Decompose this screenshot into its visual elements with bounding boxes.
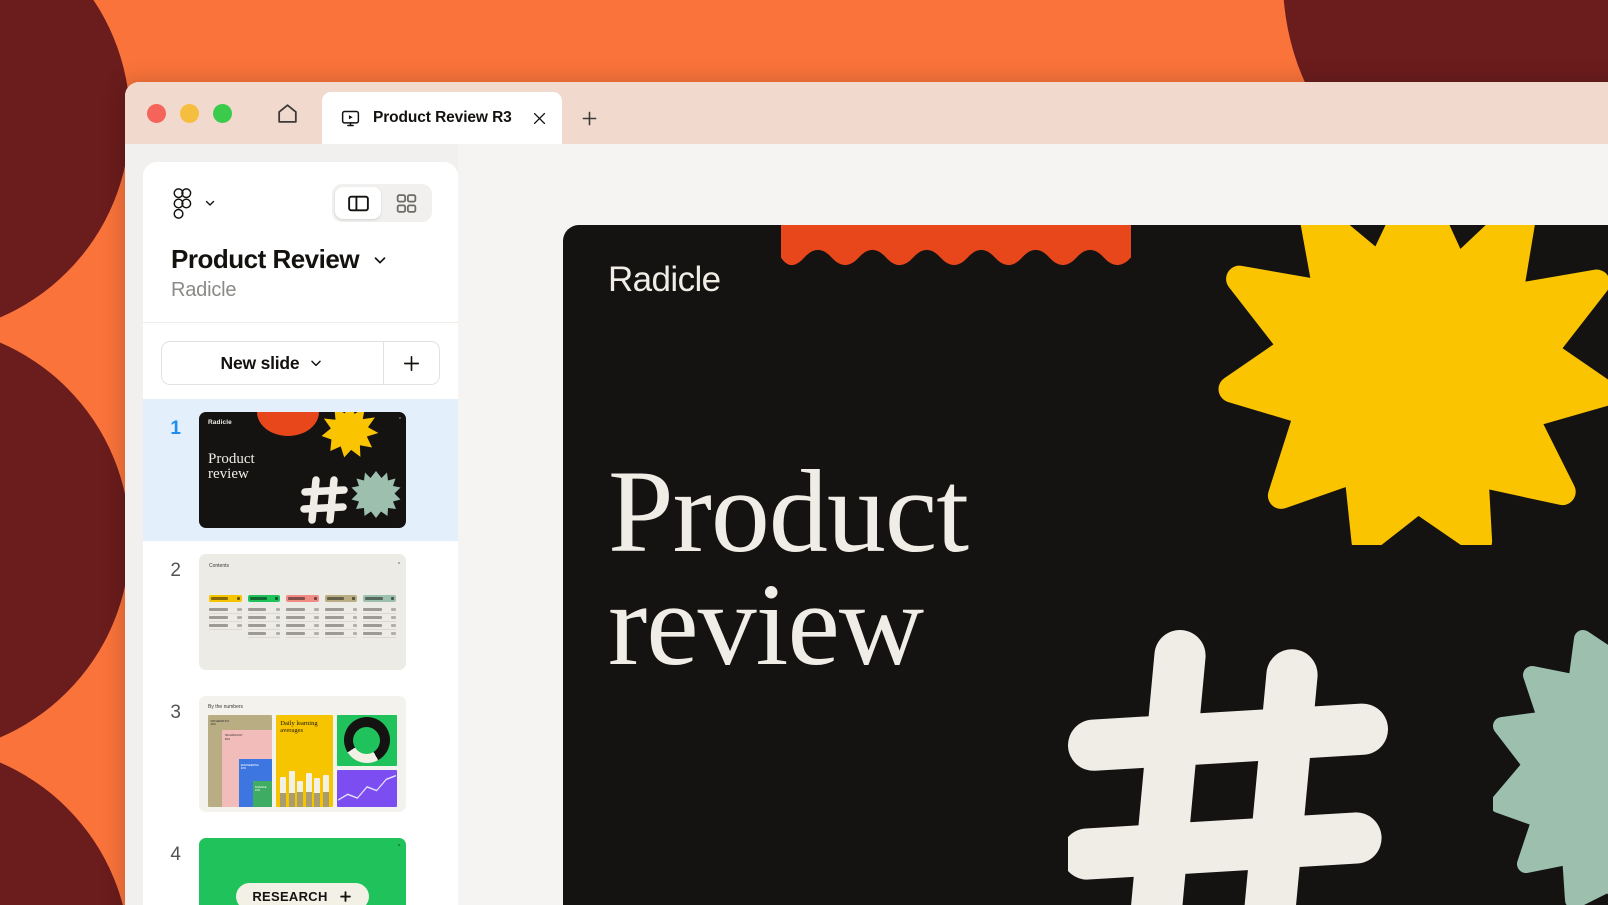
- cream-hashtag: [299, 475, 349, 525]
- browser-titlebar: Product Review R3: [125, 82, 1608, 144]
- panel-layout-icon: [346, 191, 371, 216]
- grid-four-icon: [394, 191, 419, 216]
- slide-thumbnail-2[interactable]: Contents: [199, 554, 406, 670]
- orange-scallop-blob: [781, 225, 1131, 343]
- chevron-down-icon: [203, 196, 217, 210]
- close-icon[interactable]: [528, 107, 550, 129]
- sidebar-header: Product Review Radicle: [143, 162, 458, 323]
- line-chart: [337, 770, 397, 807]
- table-column: [325, 595, 358, 638]
- thumbnail-charts: MATHEMATICS40% TECHNOLOGY30% ENGINEERING…: [208, 715, 397, 807]
- deck-title-row[interactable]: Product Review: [171, 244, 432, 275]
- slide-list-item-1[interactable]: 1: [143, 399, 458, 541]
- slide-number: 1: [161, 412, 181, 440]
- home-icon[interactable]: [256, 82, 318, 144]
- chevron-down-icon: [371, 251, 389, 269]
- app-window: Product Review R3: [125, 82, 1608, 905]
- zoom-window-button[interactable]: [213, 104, 232, 123]
- new-slide-button[interactable]: New slide: [162, 342, 383, 384]
- backdrop-circle-left-1: [0, 0, 130, 335]
- backdrop-circle-left-2: [0, 325, 130, 755]
- yellow-sunburst: [1208, 225, 1608, 545]
- deck-subtitle: Radicle: [171, 279, 432, 302]
- sage-spiky-blob: [351, 467, 401, 522]
- donut-chart: [337, 715, 397, 766]
- bar-chart: Daily learning averages: [276, 715, 333, 807]
- new-tab-button[interactable]: [562, 92, 616, 144]
- right-chart-column: [337, 715, 397, 807]
- slide-list-item-4[interactable]: 4 RESEARCH: [143, 825, 458, 905]
- slide-thumbnail-4[interactable]: RESEARCH: [199, 838, 406, 905]
- thumbnail-title: Productreview: [208, 452, 255, 483]
- browser-tab[interactable]: Product Review R3: [322, 92, 562, 144]
- plus-icon: [338, 889, 353, 904]
- chart-caption: Daily learning averages: [280, 720, 329, 734]
- thumbnail-table: [209, 595, 396, 638]
- backdrop-circle-left-3: [0, 745, 130, 905]
- table-column: [286, 595, 319, 638]
- thumbnail-title: Contents: [209, 563, 396, 569]
- slide-number: 3: [161, 696, 181, 724]
- table-column: [363, 595, 396, 638]
- slide-title: Product review: [608, 455, 968, 682]
- plus-icon: [579, 108, 600, 129]
- close-window-button[interactable]: [147, 104, 166, 123]
- section-badge-label: RESEARCH: [252, 889, 327, 904]
- section-badge: RESEARCH: [236, 883, 368, 905]
- thumbnail-logo: Radicle: [208, 419, 232, 426]
- table-column: [209, 595, 242, 638]
- deck-title: Product Review: [171, 244, 359, 275]
- thumbnail-title: By the numbers: [208, 704, 397, 710]
- new-slide-label: New slide: [221, 353, 300, 374]
- slide-thumbnail-3[interactable]: By the numbers MATHEMATICS40% TECHNOLOGY…: [199, 696, 406, 812]
- add-slide-button[interactable]: [383, 342, 439, 384]
- slide-canvas[interactable]: Radicle Product review Product Manager: [458, 144, 1608, 905]
- treemap-chart: MATHEMATICS40% TECHNOLOGY30% ENGINEERING…: [208, 715, 272, 807]
- slide-list-item-3[interactable]: 3 By the numbers MATHEMATICS40% TECHNOLO…: [143, 683, 458, 825]
- figma-logo-icon: [171, 188, 193, 219]
- single-slide-view-button[interactable]: [335, 187, 381, 219]
- active-slide[interactable]: Radicle Product review Product Manager: [563, 225, 1608, 905]
- slide-number: 2: [161, 554, 181, 582]
- minimize-window-button[interactable]: [180, 104, 199, 123]
- slide-title-line1: Product: [608, 446, 968, 577]
- thumbnail-marker: [399, 417, 401, 419]
- slides-play-icon: [340, 108, 361, 129]
- sage-spiky-blob: [1493, 565, 1608, 905]
- slide-list-item-2[interactable]: 2 Contents: [143, 541, 458, 683]
- new-slide-bar: New slide: [161, 341, 440, 385]
- slide-thumbnail-1[interactable]: Radicle Productreview: [199, 412, 406, 528]
- app-body: Product Review Radicle New slide: [125, 144, 1608, 905]
- sidebar-toolbar: [171, 184, 432, 222]
- table-column: [248, 595, 281, 638]
- slides-sidebar: Product Review Radicle New slide: [143, 162, 458, 905]
- orange-scallop-blob: [257, 412, 319, 436]
- slide-logo: Radicle: [608, 260, 721, 300]
- yellow-sunburst: [321, 412, 379, 458]
- tab-title: Product Review R3: [373, 109, 516, 127]
- plus-icon: [400, 352, 423, 375]
- window-controls: [125, 82, 256, 144]
- slide-number: 4: [161, 838, 181, 866]
- figma-menu-button[interactable]: [171, 188, 217, 219]
- grid-view-button[interactable]: [383, 187, 429, 219]
- bar-series: [280, 759, 329, 807]
- chevron-down-icon: [308, 355, 324, 371]
- cream-hashtag: [1068, 625, 1388, 905]
- slide-title-line2: review: [608, 559, 923, 690]
- thumbnail-marker: [398, 844, 400, 846]
- slide-list[interactable]: 1: [143, 399, 458, 905]
- thumbnail-marker: [398, 562, 400, 564]
- view-toggle-group: [332, 184, 432, 222]
